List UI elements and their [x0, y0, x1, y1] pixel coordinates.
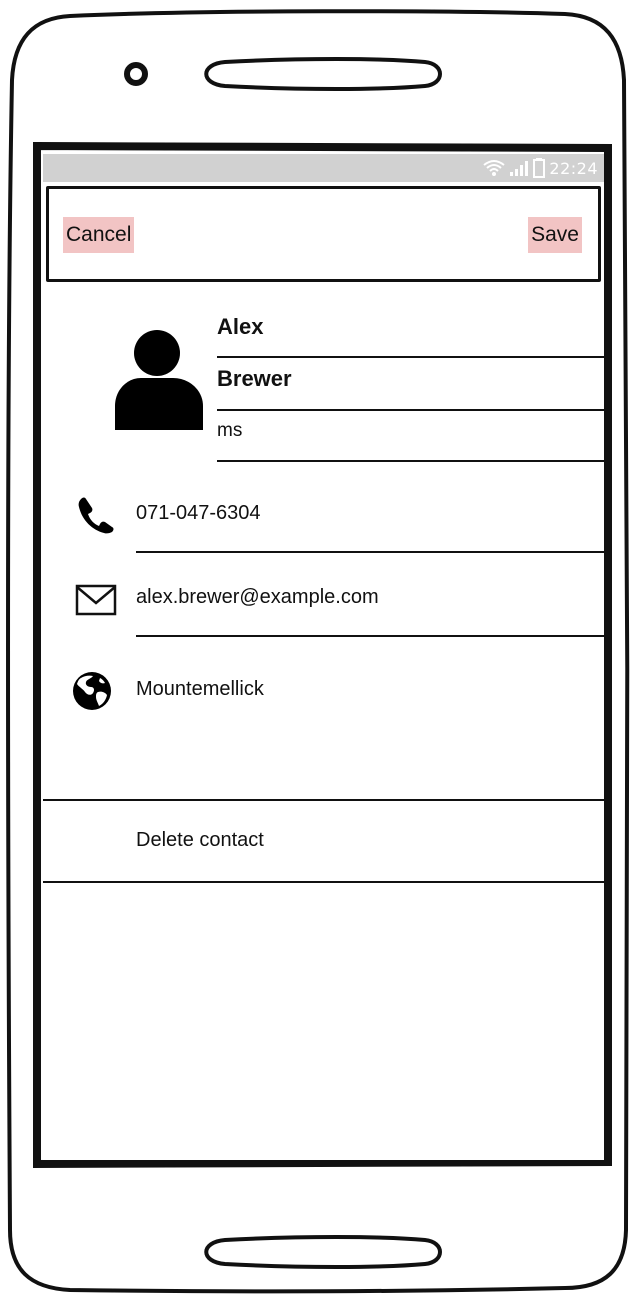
location-field[interactable]: Mountemellick [136, 678, 264, 701]
first-name-field[interactable]: Alex [217, 314, 604, 340]
camera-icon [124, 62, 148, 86]
first-name-underline [217, 356, 604, 358]
delete-contact-button[interactable]: Delete contact [43, 800, 604, 882]
prefix-underline [217, 460, 604, 462]
phone-frame: 22:24 Cancel Save Alex Brewer ms 071-047… [0, 0, 635, 1296]
delete-contact-label: Delete contact [136, 829, 264, 851]
phone-underline [136, 551, 604, 553]
home-button [204, 1235, 442, 1269]
status-bar: 22:24 [43, 154, 604, 182]
signal-icon [510, 161, 529, 176]
phone-icon [78, 497, 114, 534]
battery-icon [533, 158, 546, 178]
phone-field[interactable]: 071-047-6304 [136, 502, 261, 525]
envelope-icon [75, 584, 117, 616]
wifi-icon [483, 160, 506, 176]
last-name-underline [217, 409, 604, 411]
prefix-field[interactable]: ms [217, 420, 604, 442]
cancel-button[interactable]: Cancel [63, 217, 135, 253]
person-icon [115, 330, 203, 430]
email-underline [136, 635, 604, 637]
status-time: 22:24 [549, 158, 598, 178]
action-bar: Cancel Save [46, 186, 601, 282]
save-button[interactable]: Save [528, 217, 582, 253]
delete-bottom-divider [43, 881, 604, 883]
last-name-field[interactable]: Brewer [217, 366, 604, 392]
email-field[interactable]: alex.brewer@example.com [136, 586, 379, 609]
globe-icon [73, 672, 111, 710]
speaker-icon [204, 57, 442, 91]
contact-edit-screen: 22:24 Cancel Save Alex Brewer ms 071-047… [43, 154, 604, 1160]
